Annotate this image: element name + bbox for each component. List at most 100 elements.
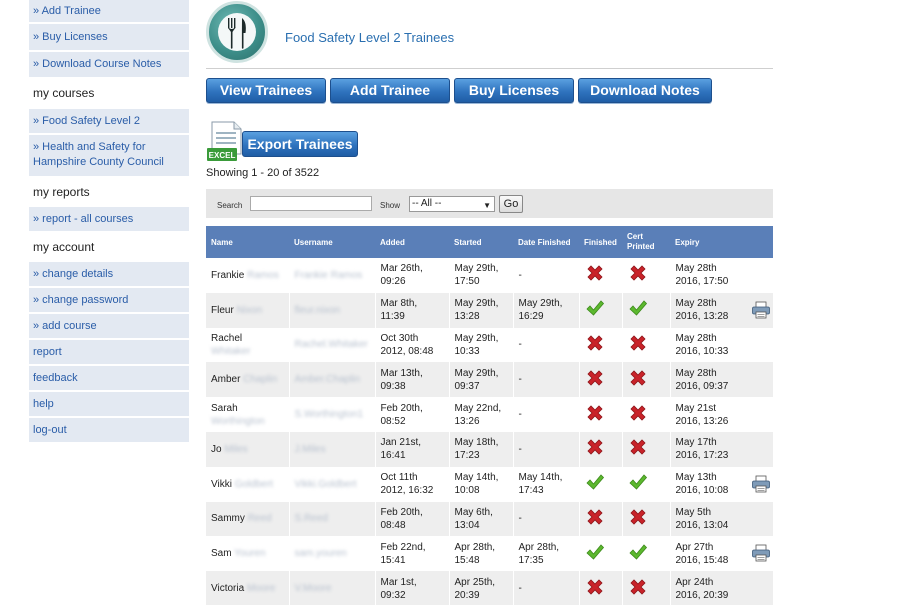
- sidebar-link-report-all-courses[interactable]: » report - all courses: [29, 207, 189, 233]
- search-label: Search: [217, 201, 243, 210]
- cell-date-finished: -: [513, 501, 580, 537]
- cell-started: May 22nd, 13:26: [449, 397, 514, 432]
- column-header-date-finished[interactable]: Date Finished: [513, 226, 579, 258]
- sidebar-heading-my-reports: my reports: [29, 178, 189, 207]
- cell-username: sam.youren: [289, 536, 376, 572]
- finished_date-line-1: -: [518, 374, 522, 386]
- cell-username: S.Worthington1: [289, 397, 376, 432]
- sidebar-link-report[interactable]: report: [29, 340, 189, 366]
- printer-icon[interactable]: [751, 475, 771, 497]
- cell-finished: [579, 397, 623, 432]
- sidebar-link-log-out[interactable]: log-out: [29, 418, 189, 444]
- expiry-line-2: 2016, 09:37: [675, 380, 729, 392]
- cell-finished: [579, 501, 623, 537]
- column-header-started[interactable]: Started: [449, 226, 513, 258]
- expiry-line-1: May 28th: [675, 332, 717, 344]
- cell-finished: [579, 258, 623, 293]
- added-line-2: 11:39: [380, 311, 405, 323]
- first-name: Victoria: [211, 583, 245, 595]
- sidebar-link-add-trainee[interactable]: » Add Trainee: [29, 0, 189, 24]
- cell-started: Apr 25th, 20:39: [449, 571, 514, 605]
- cell-cert-printed: [622, 292, 671, 328]
- added-line-1: Jan 21st,: [380, 437, 422, 449]
- header-divider: [206, 68, 773, 69]
- excel-icon: EXCEL: [207, 121, 242, 161]
- expiry-line-2: 2016, 20:39: [675, 589, 729, 601]
- started-line-1: Apr 25th,: [454, 576, 496, 588]
- cross-icon: [585, 439, 605, 460]
- cell-started: May 18th, 17:23: [449, 431, 514, 467]
- last-name: Nixon: [236, 304, 263, 316]
- search-input[interactable]: [250, 196, 372, 211]
- cell-cert-printed: [622, 258, 671, 293]
- sidebar-link-buy-licenses[interactable]: » Buy Licenses: [29, 24, 189, 52]
- cell-added: Mar 13th, 09:38: [375, 362, 450, 398]
- first-name: Rachel: [211, 332, 243, 344]
- cell-started: May 14th, 10:08: [449, 466, 514, 502]
- cell-expiry: May 28th 2016, 17:50: [670, 258, 774, 293]
- cell-added: Oct 30th 2012, 08:48: [375, 327, 450, 363]
- sidebar-link-download-course-notes[interactable]: » Download Course Notes: [29, 52, 189, 79]
- sidebar-link-food-safety-level-2[interactable]: » Food Safety Level 2: [29, 109, 189, 135]
- cell-cert-printed: [622, 362, 671, 398]
- cell-finished: [579, 536, 623, 572]
- view-trainees-button[interactable]: View Trainees: [206, 78, 326, 103]
- started-line-2: 17:23: [454, 450, 480, 462]
- sidebar-link-change-details[interactable]: » change details: [29, 262, 189, 288]
- cell-added: Feb 20th, 08:48: [375, 501, 450, 537]
- printer-icon[interactable]: [751, 544, 771, 566]
- finished_date-line-1: May 14th,: [518, 472, 563, 484]
- cell-name: Fleur Nixon: [206, 292, 290, 328]
- cross-icon: [628, 335, 648, 356]
- cell-started: May 29th, 17:50: [449, 258, 514, 293]
- cell-username: Frankie Ramos: [289, 258, 376, 293]
- added-line-2: 08:48: [380, 519, 406, 531]
- check-icon: [585, 544, 605, 565]
- sidebar-link-add-course[interactable]: » add course: [29, 314, 189, 340]
- added-line-1: Feb 22nd,: [380, 541, 426, 553]
- cell-date-finished: May 29th, 16:29: [513, 292, 580, 328]
- column-header-expiry[interactable]: Expiry: [670, 226, 773, 258]
- table-row: Frankie Ramos Frankie Ramos Mar 26th, 09:26…: [206, 258, 774, 293]
- go-button[interactable]: Go: [499, 195, 523, 213]
- first-name: Sam: [211, 548, 232, 560]
- last-name: Moore: [246, 583, 276, 595]
- cell-cert-printed: [622, 431, 671, 467]
- cell-expiry: May 28th 2016, 13:28: [670, 292, 774, 328]
- table-row: Rachel Whitaker Rachel.Whitaker Oct 30th 20…: [206, 327, 774, 363]
- results-count: Showing 1 - 20 of 3522: [206, 167, 320, 179]
- started-line-1: May 29th,: [454, 298, 499, 310]
- column-header-cert-printed[interactable]: Cert Printed: [622, 226, 670, 258]
- export-trainees-control[interactable]: EXCEL Export Trainees: [206, 121, 358, 162]
- column-header-finished[interactable]: Finished: [579, 226, 622, 258]
- cell-name: Jo Miles: [206, 431, 290, 467]
- show-label: Show: [380, 201, 401, 210]
- download-notes-button[interactable]: Download Notes: [578, 78, 712, 103]
- column-header-added[interactable]: Added: [375, 226, 449, 258]
- sidebar-link-feedback[interactable]: feedback: [29, 366, 189, 392]
- sidebar-link-help[interactable]: help: [29, 392, 189, 418]
- started-line-1: May 18th,: [454, 437, 499, 449]
- cell-date-finished: -: [513, 397, 580, 432]
- table-row: Victoria Moore V.Moore Mar 1st, 09:32 Apr 25…: [206, 571, 774, 605]
- table-row: Amber Chaplin Amber.Chaplin Mar 13th, 09:38…: [206, 362, 774, 398]
- show-select[interactable]: -- All -- ▼: [409, 196, 495, 212]
- cell-username: V.Moore: [289, 571, 376, 605]
- column-header-name[interactable]: Name: [206, 226, 289, 258]
- cell-date-finished: -: [513, 571, 580, 605]
- started-line-1: May 29th,: [454, 367, 499, 379]
- cell-started: May 29th, 10:33: [449, 327, 514, 363]
- finished_date-line-1: May 29th,: [518, 298, 563, 310]
- cell-username: Vikki.Goldbert: [289, 466, 376, 502]
- sidebar-link-change-password[interactable]: » change password: [29, 288, 189, 314]
- cell-date-finished: -: [513, 362, 580, 398]
- printer-icon[interactable]: [751, 301, 771, 323]
- buy-licenses-button[interactable]: Buy Licenses: [454, 78, 574, 103]
- table-row: Fleur Nixon fleur.nixon Mar 8th, 11:39 May 2…: [206, 292, 774, 328]
- column-header-username[interactable]: Username: [289, 226, 375, 258]
- export-trainees-button[interactable]: Export Trainees: [242, 131, 358, 157]
- sidebar-link-health-and-safety[interactable]: » Health and Safety for Hampshire County…: [29, 135, 189, 178]
- first-name: Amber: [211, 374, 241, 386]
- add-trainee-button[interactable]: Add Trainee: [330, 78, 450, 103]
- cell-expiry: May 28th 2016, 09:37: [670, 362, 774, 398]
